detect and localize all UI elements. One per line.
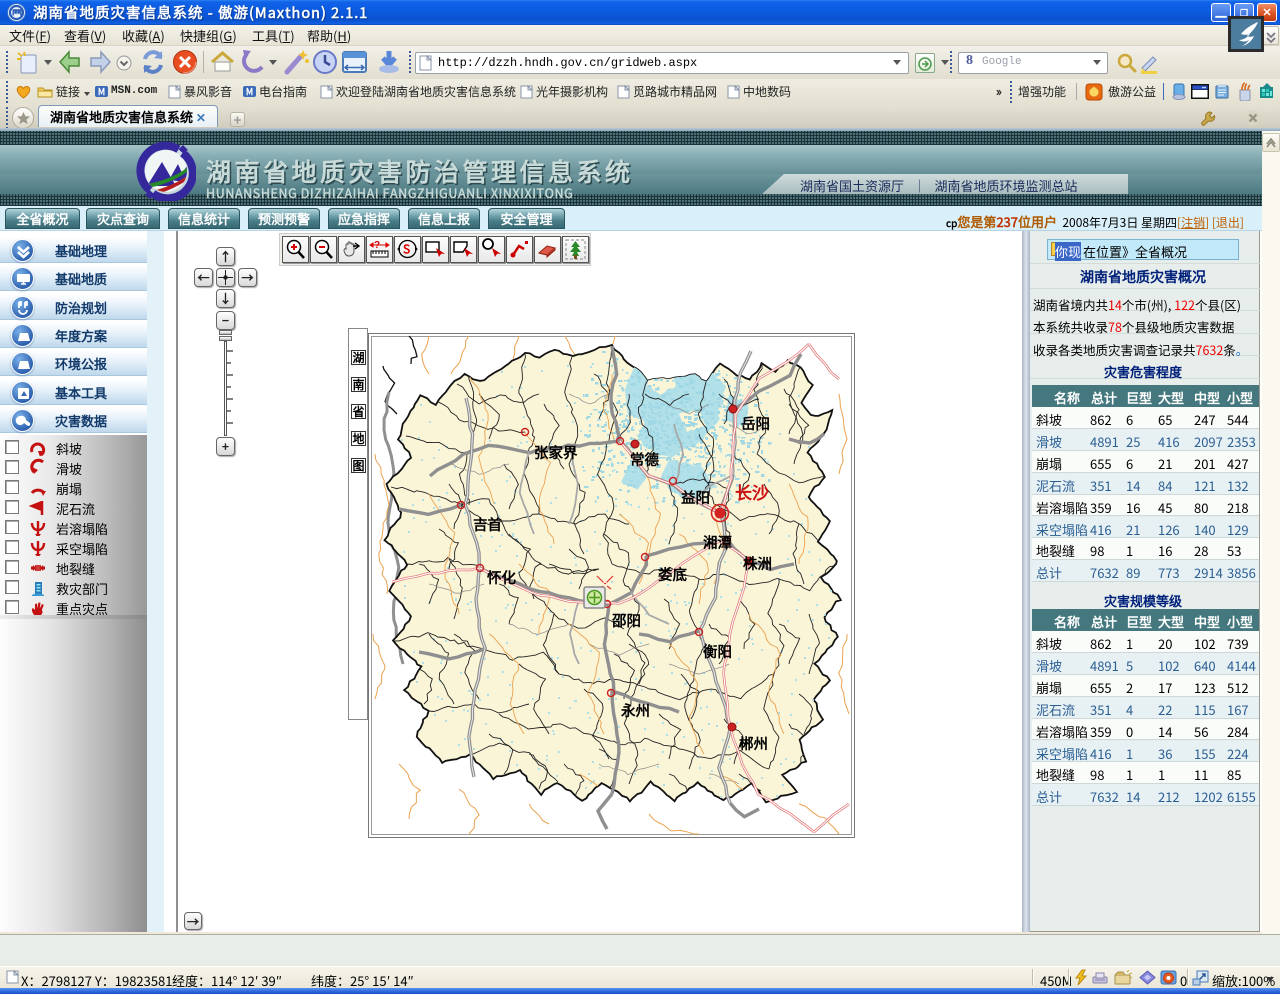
svg-text:吉首: 吉首 — [473, 514, 502, 535]
svg-text:常德: 常德 — [630, 449, 659, 470]
svg-text:S: S — [403, 241, 410, 258]
svg-text:益阳: 益阳 — [681, 487, 710, 508]
svg-text:邵阳: 邵阳 — [611, 610, 641, 631]
svg-text:长沙: 长沙 — [735, 479, 769, 504]
svg-text:湘潭: 湘潭 — [703, 532, 732, 553]
svg-text:娄底: 娄底 — [658, 564, 687, 585]
svg-text:株洲: 株洲 — [743, 553, 772, 574]
svg-text:?: ? — [374, 237, 380, 251]
svg-text:郴州: 郴州 — [739, 733, 768, 754]
svg-text:永州: 永州 — [620, 700, 650, 721]
svg-text:衡阳: 衡阳 — [703, 641, 732, 662]
svg-text:岳阳: 岳阳 — [741, 413, 770, 434]
svg-text:怀化: 怀化 — [487, 567, 516, 588]
svg-text:张家界: 张家界 — [534, 442, 578, 463]
